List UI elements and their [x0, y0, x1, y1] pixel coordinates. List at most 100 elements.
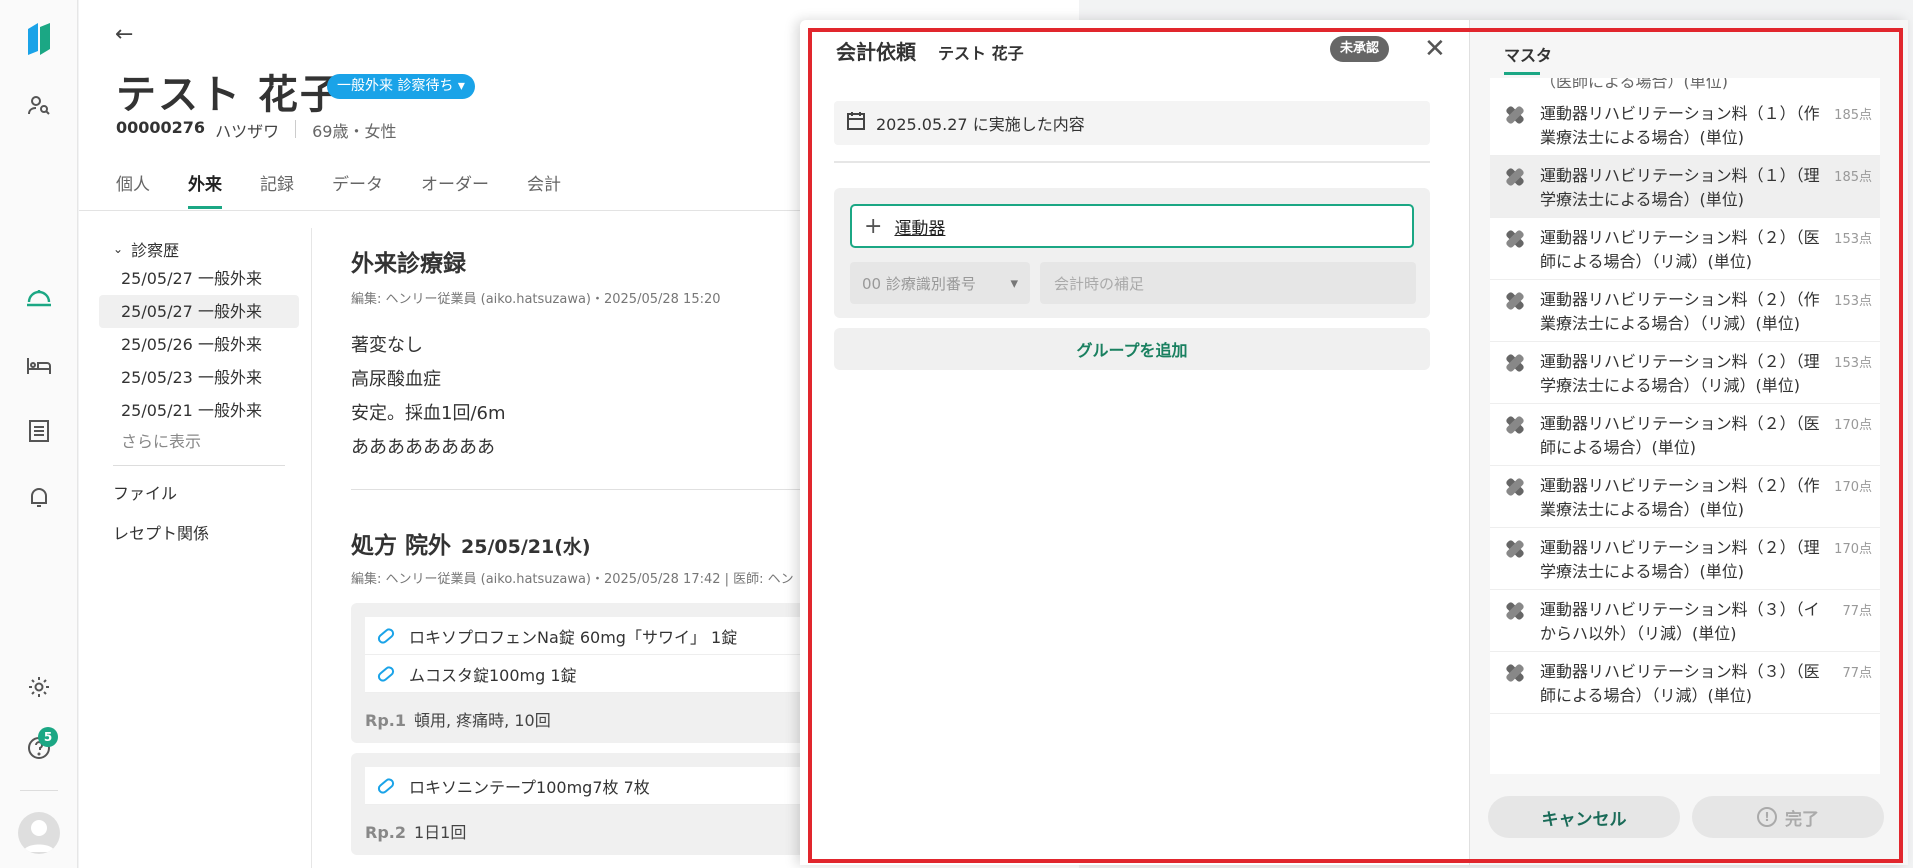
settings-gear-icon[interactable]	[24, 672, 54, 702]
history-row[interactable]: 25/05/26 一般外来	[99, 328, 299, 361]
visit-status-label: 一般外来 診察待ち	[337, 78, 454, 94]
list-item[interactable]: 運動器リハビリテーション料（２）（理学療法士による場合）(単位) 170点	[1490, 528, 1880, 590]
rp-footer: Rp.2 1日1回	[365, 819, 807, 843]
pill-icon	[375, 775, 397, 796]
chevron-down-icon: ▾	[457, 78, 465, 94]
drug-name: ロキソニンテープ100mg7枚 7枚	[409, 777, 650, 797]
tab-outpatient[interactable]: 外来	[188, 170, 222, 209]
drug-row[interactable]: ムコスタ錠100mg 1錠	[365, 655, 807, 693]
show-more-link[interactable]: さらに表示	[99, 427, 299, 457]
history-row[interactable]: 25/05/27 一般外来	[99, 262, 299, 295]
outpatient-record: 外来診療録 編集: ヘンリー従業員 (aiko.hatsuzawa)・2025/…	[351, 244, 821, 855]
list-item[interactable]: 運動器リハビリテーション料（２）（理学療法士による場合）（リ減）(単位) 153点	[1490, 342, 1880, 404]
history-row[interactable]: 25/05/21 一般外来	[99, 394, 299, 427]
help-count-badge: 5	[38, 727, 58, 747]
item-search-input[interactable]: + 運動器	[850, 204, 1414, 248]
app-logo-icon[interactable]	[24, 23, 54, 55]
record-body[interactable]: 著変なし 高尿酸血症 安定。採血1回/6m ああああああああ	[351, 329, 791, 465]
tab-data[interactable]: データ	[332, 170, 383, 195]
item-name: 運動器リハビリテーション料（１）（作業療法士による場合）(単位)	[1540, 104, 1820, 147]
notification-bell-icon[interactable]	[24, 482, 54, 512]
user-avatar[interactable]	[18, 812, 60, 854]
drug-row[interactable]: ロキソプロフェンNa錠 60mg「サワイ」 1錠	[365, 617, 807, 655]
drug-row[interactable]: ロキソニンテープ100mg7枚 7枚	[365, 767, 807, 805]
billing-note-placeholder: 会計時の補足	[1054, 274, 1145, 293]
record-title: 外来診療録	[351, 251, 466, 277]
patient-tabs: 個人 外来 記録 データ オーダー 会計	[116, 170, 561, 209]
item-points: 153点	[1834, 294, 1872, 309]
record-line: 安定。採血1回/6m	[351, 403, 506, 424]
files-link[interactable]: ファイル	[99, 474, 299, 514]
patient-search-icon[interactable]	[24, 90, 54, 120]
close-icon[interactable]: ✕	[1424, 34, 1446, 64]
item-name: 運動器リハビリテーション料（２）（作業療法士による場合）（リ減）(単位)	[1540, 290, 1820, 333]
tab-billing[interactable]: 会計	[527, 170, 561, 195]
list-item[interactable]: 運動器リハビリテーション料（１）（理学療法士による場合）(単位) 185点	[1490, 156, 1880, 218]
list-item[interactable]: 運動器リハビリテーション料（３）（医師による場合）（リ減）(単位) 77点	[1490, 652, 1880, 714]
category-code-placeholder: 00 診療識別番号	[862, 274, 976, 293]
back-arrow-icon[interactable]: ←	[115, 22, 133, 47]
rail-divider	[20, 790, 58, 791]
patient-age-sex: 69歳・女性	[312, 122, 397, 141]
list-item[interactable]: 運動器リハビリテーション料（２）（作業療法士による場合）（リ減）(単位) 153点	[1490, 280, 1880, 342]
list-item-partial: （医師による場合）(単位)	[1540, 78, 1729, 91]
list-item[interactable]: 運動器リハビリテーション料（１）（作業療法士による場合）(単位) 185点	[1490, 94, 1880, 156]
visit-status-dropdown[interactable]: 一般外来 診察待ち ▾	[327, 74, 475, 99]
rehab-bandage-icon	[1502, 102, 1528, 128]
list-item[interactable]: 運動器リハビリテーション料（２）（医師による場合）(単位) 170点	[1490, 404, 1880, 466]
category-code-select[interactable]: 00 診療識別番号 ▾	[850, 262, 1030, 304]
item-points: 185点	[1834, 170, 1872, 185]
section-divider	[834, 161, 1430, 163]
pill-icon	[375, 625, 397, 646]
column-divider	[311, 228, 312, 868]
performed-date-bar[interactable]: 2025.05.27 に実施した内容	[834, 101, 1430, 145]
item-points: 170点	[1834, 480, 1872, 495]
billing-note-input[interactable]: 会計時の補足	[1040, 262, 1416, 304]
rehab-bandage-icon	[1502, 536, 1528, 562]
record-line: 高尿酸血症	[351, 369, 441, 390]
rp-label: Rp.2	[365, 823, 406, 842]
tab-personal[interactable]: 個人	[116, 170, 150, 195]
master-result-list[interactable]: （医師による場合）(単位) 運動器リハビリテーション料（１）（作業療法士による場…	[1490, 78, 1880, 774]
add-group-button[interactable]: グループを追加	[834, 328, 1430, 370]
item-points: 77点	[1842, 666, 1872, 681]
rehab-bandage-icon	[1502, 226, 1528, 252]
bed-icon[interactable]	[24, 350, 54, 380]
item-points: 153点	[1834, 232, 1872, 247]
rp-footer: Rp.1 頓用, 疼痛時, 10回	[365, 707, 807, 731]
reception-bell-icon[interactable]	[24, 282, 54, 312]
prescription-date: 25/05/21(水)	[461, 536, 591, 558]
chevron-down-icon: ⌄	[113, 242, 124, 256]
item-points: 170点	[1834, 418, 1872, 433]
tab-master-underline	[1504, 72, 1540, 75]
list-item[interactable]: 運動器リハビリテーション料（３）（イからハ以外）（リ減）(単位) 77点	[1490, 590, 1880, 652]
history-header[interactable]: ⌄ 診察歴	[99, 236, 299, 262]
history-divider	[113, 465, 285, 466]
receipt-link[interactable]: レセプト関係	[99, 514, 299, 554]
complete-button[interactable]: ! 完了	[1692, 796, 1884, 838]
tab-orders[interactable]: オーダー	[421, 170, 489, 195]
left-rail: 5	[0, 0, 78, 868]
item-group: + 運動器 00 診療識別番号 ▾ 会計時の補足	[834, 188, 1430, 318]
history-header-label: 診察歴	[131, 241, 180, 260]
list-item[interactable]: 運動器リハビリテーション料（２）（医師による場合）（リ減）(単位) 153点	[1490, 218, 1880, 280]
patient-id: 00000276	[116, 118, 206, 137]
tab-records[interactable]: 記録	[260, 170, 294, 195]
rehab-bandage-icon	[1502, 350, 1528, 376]
list-item[interactable]: 運動器リハビリテーション料（２）（作業療法士による場合）(単位) 170点	[1490, 466, 1880, 528]
history-row[interactable]: 25/05/23 一般外来	[99, 361, 299, 394]
patient-meta: 00000276 ハツザワ 69歳・女性	[116, 118, 396, 142]
item-points: 170点	[1834, 542, 1872, 557]
modal-patient-name: テスト 花子	[938, 44, 1024, 63]
item-points: 77点	[1842, 604, 1872, 619]
record-divider	[351, 489, 811, 490]
record-edited-info: 編集: ヘンリー従業員 (aiko.hatsuzawa)・2025/05/28 …	[351, 292, 721, 307]
item-name: 運動器リハビリテーション料（３）（医師による場合）（リ減）(単位)	[1540, 662, 1820, 705]
rp-usage: 頓用, 疼痛時, 10回	[413, 711, 551, 730]
tab-master[interactable]: マスタ	[1504, 42, 1552, 66]
cancel-button[interactable]: キャンセル	[1488, 796, 1680, 838]
prescription-title: 処方 院外 25/05/21(水)	[351, 526, 791, 560]
list-icon[interactable]	[24, 416, 54, 446]
modal-main: 会計依頼 テスト 花子 未承認 ✕ 2025.05.27 に実施した内容 + 運…	[800, 20, 1470, 865]
history-row[interactable]: 25/05/27 一般外来	[99, 295, 299, 328]
